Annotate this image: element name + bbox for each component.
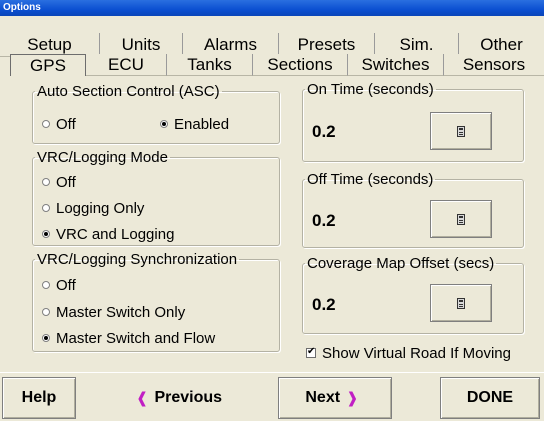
- done-button[interactable]: DONE: [440, 377, 540, 419]
- radio-off-icon: [42, 178, 50, 186]
- help-label: Help: [21, 389, 57, 406]
- on-time-calculator-button[interactable]: [430, 112, 492, 150]
- radio-on-icon: [42, 230, 50, 238]
- help-button[interactable]: Help: [2, 377, 76, 419]
- vrc-sync-off-radio[interactable]: Off: [42, 277, 76, 295]
- done-label: DONE: [466, 389, 514, 406]
- asc-title: Auto Section Control (ASC): [37, 83, 220, 100]
- footer-bar: Help ❰ Previous Next ❱ DONE: [0, 372, 544, 421]
- next-label: Next: [305, 389, 341, 406]
- vrc-sync-title: VRC/Logging Synchronization: [37, 251, 238, 268]
- radio-off-icon: [42, 308, 50, 316]
- tab-sensors[interactable]: Sensors: [444, 54, 544, 76]
- vrc-mode-vrc-and-logging-label: VRC and Logging: [56, 226, 175, 243]
- vrc-sync-master-and-flow-radio[interactable]: Master Switch and Flow: [42, 330, 215, 348]
- tab-sections[interactable]: Sections: [253, 54, 348, 76]
- radio-off-icon: [42, 204, 50, 212]
- calculator-icon: [457, 297, 465, 309]
- asc-enabled-label: Enabled: [174, 116, 230, 133]
- vrc-mode-off-radio[interactable]: Off: [42, 174, 76, 192]
- radio-on-icon: [42, 334, 50, 342]
- vrc-sync-master-only-radio[interactable]: Master Switch Only: [42, 304, 185, 322]
- asc-group: Auto Section Control (ASC): [32, 84, 280, 144]
- coverage-offset-title: Coverage Map Offset (secs): [307, 255, 495, 272]
- vrc-sync-master-only-label: Master Switch Only: [56, 304, 186, 321]
- show-virtual-road-checkbox[interactable]: Show Virtual Road If Moving: [306, 346, 511, 362]
- vrc-sync-master-and-flow-label: Master Switch and Flow: [56, 330, 216, 347]
- on-time-title: On Time (seconds): [307, 81, 434, 98]
- checkbox-checked-icon: [306, 346, 316, 358]
- calculator-icon: [457, 125, 465, 137]
- tab-switches[interactable]: Switches: [348, 54, 444, 76]
- window-title: Options: [0, 0, 544, 16]
- previous-label: Previous: [154, 389, 223, 406]
- radio-on-icon: [160, 120, 168, 128]
- coverage-offset-calculator-button[interactable]: [430, 284, 492, 322]
- asc-off-label: Off: [56, 116, 76, 133]
- radio-off-icon: [42, 281, 50, 289]
- off-time-calculator-button[interactable]: [430, 200, 492, 238]
- on-time-value: 0.2: [312, 122, 336, 141]
- asc-enabled-radio[interactable]: Enabled: [160, 116, 229, 134]
- gps-panel: Auto Section Control (ASC) Off Enabled V…: [4, 76, 540, 366]
- tab-ecu[interactable]: ECU: [86, 54, 167, 76]
- vrc-mode-title: VRC/Logging Mode: [37, 149, 168, 166]
- tab-tanks[interactable]: Tanks: [167, 54, 253, 76]
- show-virtual-road-label: Show Virtual Road If Moving: [322, 345, 511, 362]
- chevron-left-icon: ❰: [135, 389, 149, 407]
- vrc-mode-vrc-and-logging-radio[interactable]: VRC and Logging: [42, 226, 174, 244]
- asc-off-radio[interactable]: Off: [42, 116, 76, 134]
- tab-gps[interactable]: GPS: [10, 54, 86, 76]
- off-time-value: 0.2: [312, 211, 336, 230]
- next-button[interactable]: Next ❱: [278, 377, 392, 419]
- vrc-sync-off-label: Off: [56, 277, 76, 294]
- chevron-right-icon: ❱: [346, 389, 359, 407]
- radio-off-icon: [42, 120, 50, 128]
- coverage-offset-value: 0.2: [312, 295, 336, 314]
- vrc-mode-logging-only-radio[interactable]: Logging Only: [42, 200, 144, 218]
- calculator-icon: [457, 213, 465, 225]
- previous-button[interactable]: ❰ Previous: [88, 377, 264, 419]
- vrc-mode-logging-only-label: Logging Only: [56, 200, 145, 217]
- vrc-mode-off-label: Off: [56, 174, 76, 191]
- off-time-title: Off Time (seconds): [307, 171, 434, 188]
